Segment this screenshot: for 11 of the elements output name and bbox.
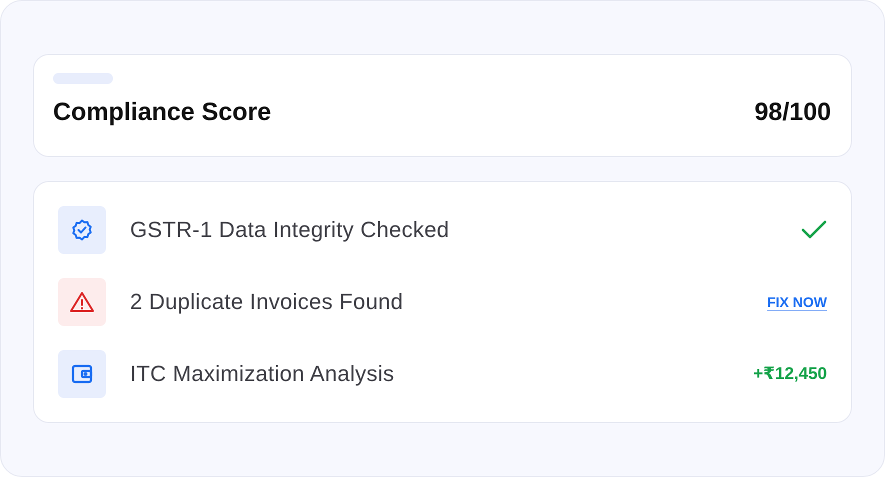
savings-amount: +₹12,450 (753, 364, 827, 384)
wallet-icon (71, 363, 93, 385)
verified-badge-icon (70, 218, 94, 242)
check-label: GSTR-1 Data Integrity Checked (130, 217, 450, 243)
fix-now-link[interactable]: FIX NOW (767, 294, 827, 310)
check-label: ITC Maximization Analysis (130, 361, 396, 387)
score-value: 98/100 (754, 98, 831, 127)
score-title: Compliance Score (53, 98, 272, 127)
warning-icon (69, 290, 95, 314)
check-label: 2 Duplicate Invoices Found (130, 289, 404, 315)
check-icon (801, 220, 827, 240)
